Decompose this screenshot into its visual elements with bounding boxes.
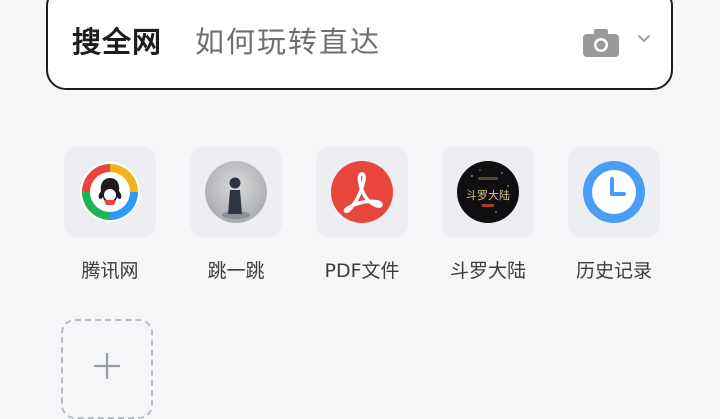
shortcut-label: 跳一跳 (207, 260, 265, 282)
add-shortcut-button[interactable] (61, 319, 153, 419)
shortcut-label: PDF文件 (324, 260, 400, 282)
camera-icon[interactable] (581, 28, 621, 58)
search-scope-label[interactable]: 搜全网 (72, 22, 162, 62)
shortcut-pdf[interactable]: PDF文件 (307, 146, 417, 286)
shortcut-label: 历史记录 (575, 260, 652, 282)
plus-icon (94, 353, 120, 379)
search-bar[interactable]: 搜全网 如何玩转直达 (46, 0, 673, 90)
shortcut-tile[interactable] (316, 146, 408, 238)
search-input[interactable]: 如何玩转直达 (195, 22, 381, 62)
pdf-icon (331, 161, 393, 223)
clock-icon (583, 161, 645, 223)
douluo-dalu-icon: 斗罗大陆 (457, 161, 519, 223)
shortcut-tile[interactable] (568, 146, 660, 238)
shortcut-douluo-dalu[interactable]: 斗罗大陆 斗罗大陆 (433, 146, 543, 286)
jump-game-icon (205, 161, 267, 223)
tencent-news-logo-icon (80, 162, 140, 222)
shortcut-tile[interactable] (64, 146, 156, 238)
douluo-dalu-logo-text: 斗罗大陆 (466, 188, 510, 202)
chevron-down-icon[interactable] (637, 34, 651, 44)
shortcut-label: 腾讯网 (81, 260, 139, 282)
shortcut-tile[interactable]: 斗罗大陆 (442, 146, 534, 238)
shortcut-label: 斗罗大陆 (449, 260, 526, 282)
shortcut-tile[interactable] (190, 146, 282, 238)
shortcut-tencent-news[interactable]: 腾讯网 (55, 146, 165, 286)
shortcut-jump-game[interactable]: 跳一跳 (181, 146, 291, 286)
shortcut-history[interactable]: 历史记录 (559, 146, 669, 286)
